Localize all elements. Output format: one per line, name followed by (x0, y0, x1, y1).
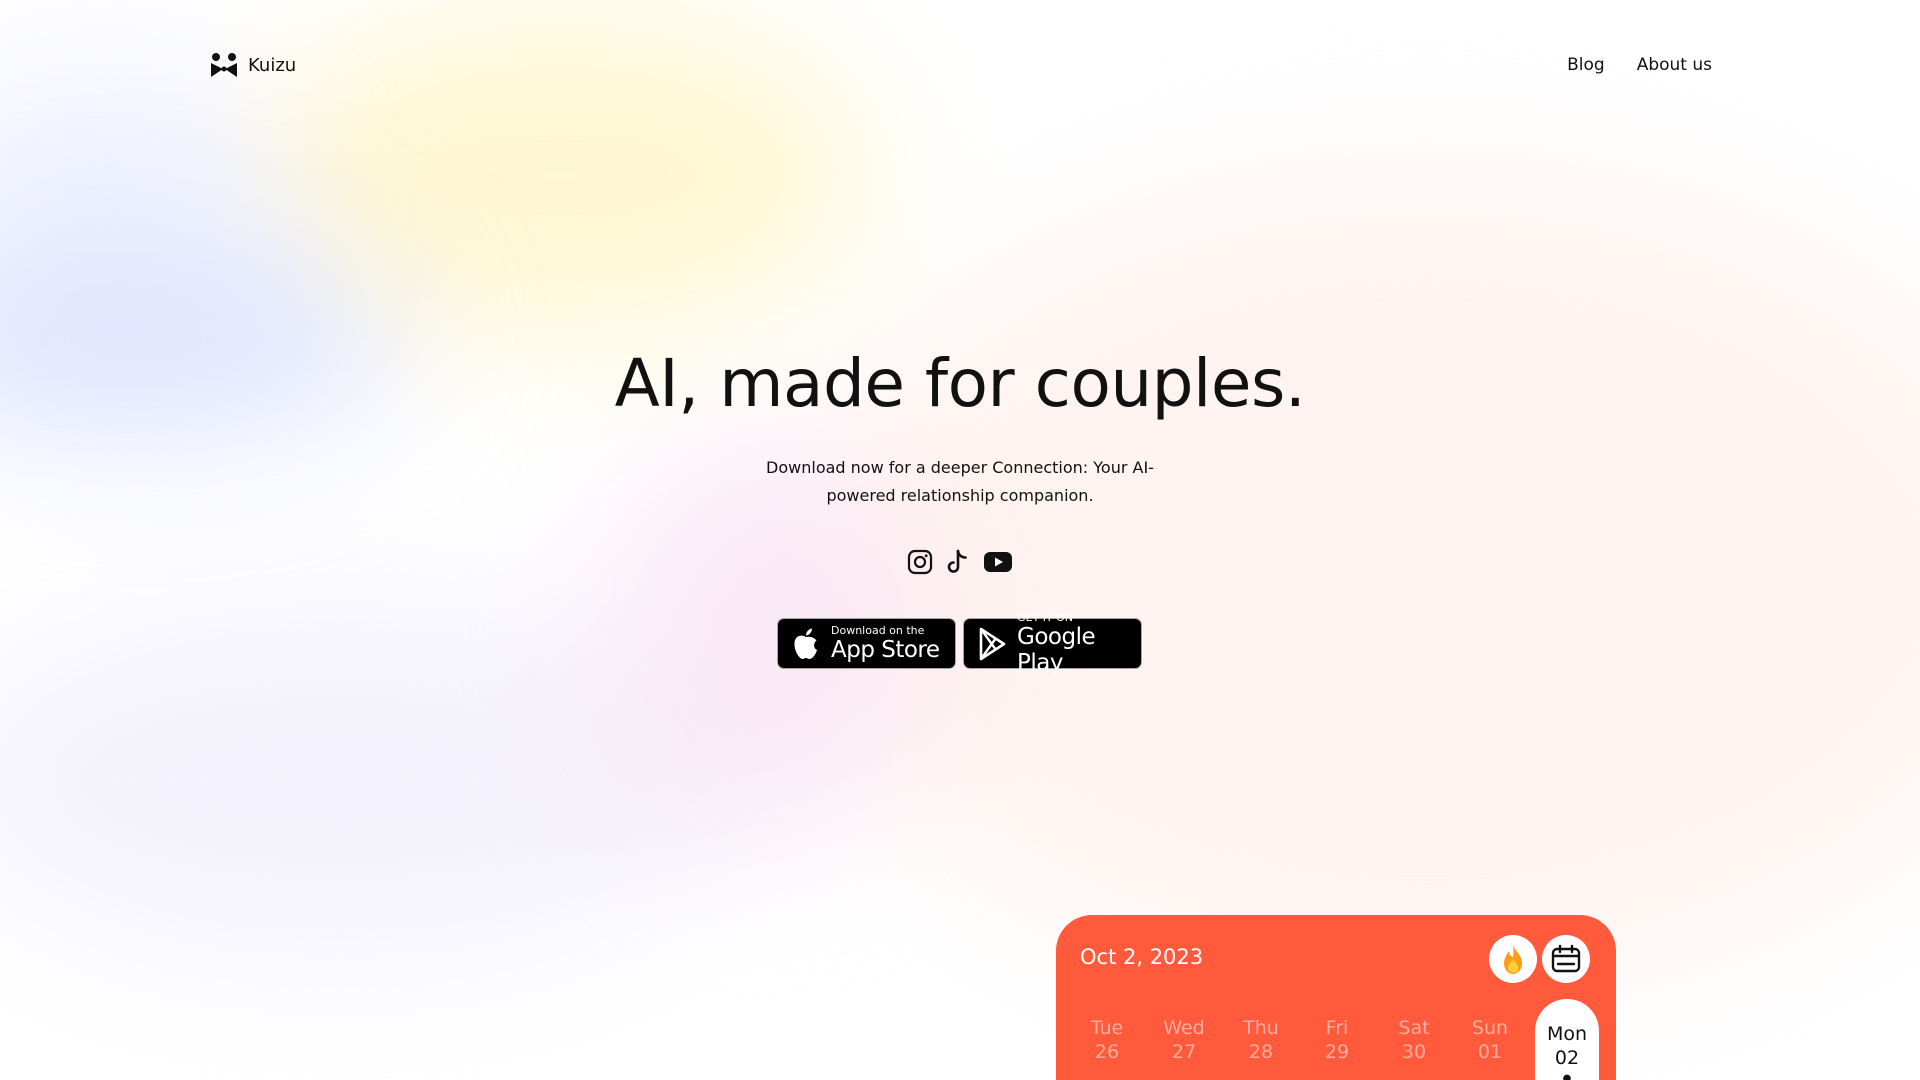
hero-subtitle: Download now for a deeper Connection: Yo… (766, 458, 1154, 505)
app-store-button[interactable]: Download on the App Store (777, 618, 956, 669)
background-glow-peach (800, 170, 1920, 990)
brand-home-link[interactable]: Kuizu (210, 52, 296, 78)
day-fri[interactable]: Fri 29 (1305, 999, 1369, 1080)
landing-page: Kuizu Blog About us AI, made for couples… (0, 0, 1920, 1080)
day-number: 27 (1171, 1041, 1197, 1063)
bowtie-logo-icon (211, 53, 237, 77)
nav-link-blog[interactable]: Blog (1567, 55, 1605, 75)
background-glow-blue (0, 240, 400, 440)
day-name: Sat (1398, 1017, 1430, 1039)
apple-icon (794, 628, 817, 659)
app-store-text: Download on the App Store (831, 623, 940, 663)
hero-title: AI, made for couples. (614, 345, 1306, 422)
day-sun[interactable]: Sun 01 (1458, 999, 1522, 1080)
card-date: Oct 2, 2023 (1080, 945, 1204, 969)
background-glow-light-blue (0, 60, 280, 320)
day-number: 26 (1094, 1041, 1120, 1063)
app-calendar-preview-card: Oct 2, 2023 Tue 26 Wed 27 Thu 28 Fri 29 … (1056, 915, 1616, 1080)
day-sat[interactable]: Sat 30 (1382, 999, 1446, 1080)
social-links (900, 544, 1020, 580)
day-name: Thu (1243, 1017, 1279, 1039)
day-name: Mon (1546, 1023, 1588, 1045)
nav-links: Blog About us (1567, 55, 1712, 75)
day-name: Fri (1325, 1017, 1349, 1039)
day-number: 29 (1324, 1041, 1350, 1063)
calendar-button[interactable] (1542, 935, 1590, 983)
app-store-small-label: Download on the (831, 623, 925, 637)
brand-name: Kuizu (248, 54, 297, 76)
instagram-icon[interactable] (907, 549, 933, 575)
top-nav: Kuizu Blog About us (210, 48, 1712, 82)
store-buttons: Download on the App Store GET IT ON Goog… (777, 611, 1142, 676)
calendar-icon (1551, 944, 1581, 973)
youtube-icon[interactable] (983, 551, 1013, 573)
day-thu[interactable]: Thu 28 (1229, 999, 1293, 1080)
app-store-label: App Store (831, 636, 940, 663)
google-play-small-label: GET IT ON (1017, 610, 1074, 624)
day-number: 01 (1477, 1041, 1503, 1063)
google-play-text: GET IT ON Google Play (1017, 610, 1141, 676)
google-play-button[interactable]: GET IT ON Google Play (963, 611, 1142, 676)
day-mon-selected[interactable]: Mon 02 ● (1535, 999, 1599, 1080)
flame-icon (1504, 944, 1522, 974)
google-play-icon (979, 627, 1006, 660)
day-name: Tue (1090, 1017, 1124, 1039)
day-name: Sun (1471, 1017, 1509, 1039)
day-name: Wed (1163, 1017, 1205, 1039)
day-number: 02 (1554, 1047, 1580, 1069)
day-number: 28 (1248, 1041, 1274, 1063)
tiktok-icon[interactable] (947, 549, 969, 575)
background-glow-lavender (0, 600, 740, 960)
day-tue[interactable]: Tue 26 (1075, 999, 1139, 1080)
google-play-label: Google Play (1017, 623, 1096, 676)
week-day-strip: Tue 26 Wed 27 Thu 28 Fri 29 Sat 30 Sun 0… (1056, 999, 1616, 1080)
selected-day-indicator-icon: ● (1562, 1073, 1572, 1080)
day-wed[interactable]: Wed 27 (1152, 999, 1216, 1080)
nav-link-about-us[interactable]: About us (1637, 55, 1712, 75)
day-number: 30 (1401, 1041, 1427, 1063)
streak-button[interactable] (1489, 935, 1537, 983)
